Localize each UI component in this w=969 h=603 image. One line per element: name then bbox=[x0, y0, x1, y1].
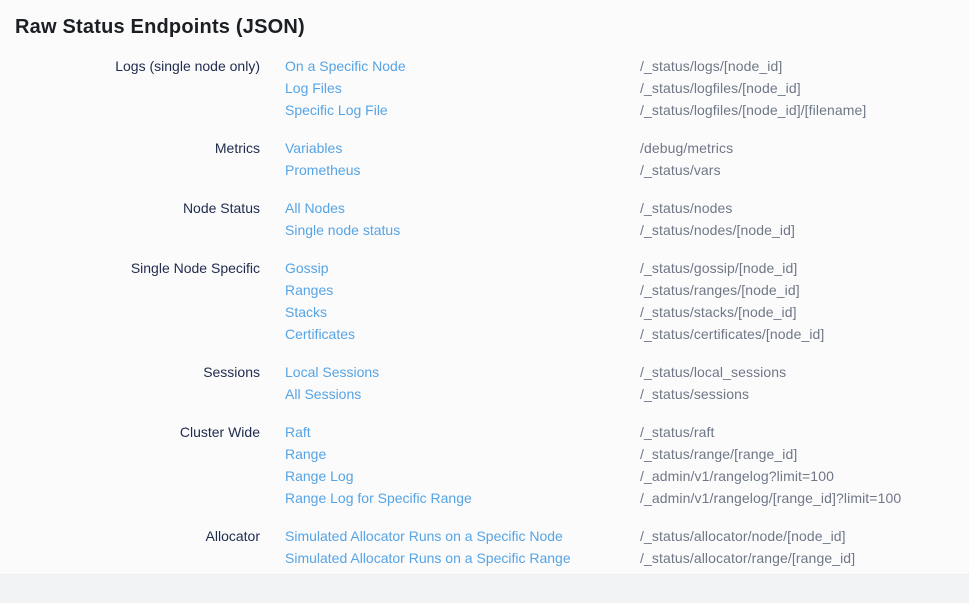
endpoint-path: /_status/nodes/[node_id] bbox=[640, 219, 969, 241]
endpoint-row: All Sessions /_status/sessions bbox=[285, 383, 969, 405]
endpoint-link[interactable]: On a Specific Node bbox=[285, 55, 640, 77]
endpoint-row: Raft /_status/raft bbox=[285, 421, 969, 443]
endpoint-path: /_status/raft bbox=[640, 421, 969, 443]
endpoint-row: All Nodes /_status/nodes bbox=[285, 197, 969, 219]
endpoint-rows: Gossip /_status/gossip/[node_id] Ranges … bbox=[285, 257, 969, 345]
endpoint-link[interactable]: Specific Log File bbox=[285, 99, 640, 121]
endpoint-path: /_status/allocator/node/[node_id] bbox=[640, 525, 969, 547]
endpoint-row: Prometheus /_status/vars bbox=[285, 159, 969, 181]
endpoint-link[interactable]: Range bbox=[285, 443, 640, 465]
endpoint-link[interactable]: Raft bbox=[285, 421, 640, 443]
endpoint-link[interactable]: Range Log for Specific Range bbox=[285, 487, 640, 509]
endpoint-path: /debug/metrics bbox=[640, 137, 969, 159]
endpoint-link[interactable]: Prometheus bbox=[285, 159, 640, 181]
endpoint-path: /_admin/v1/rangelog?limit=100 bbox=[640, 465, 969, 487]
category-label: Cluster Wide bbox=[15, 421, 260, 443]
endpoint-row: Specific Log File /_status/logfiles/[nod… bbox=[285, 99, 969, 121]
endpoint-path: /_status/allocator/range/[range_id] bbox=[640, 547, 969, 569]
category-label: Node Status bbox=[15, 197, 260, 219]
footer-strip bbox=[0, 574, 969, 603]
endpoint-row: Local Sessions /_status/local_sessions bbox=[285, 361, 969, 383]
endpoint-row: Range Log /_admin/v1/rangelog?limit=100 bbox=[285, 465, 969, 487]
endpoint-rows: Simulated Allocator Runs on a Specific N… bbox=[285, 525, 969, 569]
endpoint-path: /_status/range/[range_id] bbox=[640, 443, 969, 465]
debug-endpoints-page: Raw Status Endpoints (JSON) Logs (single… bbox=[0, 0, 969, 569]
endpoint-link[interactable]: All Nodes bbox=[285, 197, 640, 219]
category-label: Logs (single node only) bbox=[15, 55, 260, 77]
endpoint-path: /_status/logfiles/[node_id]/[filename] bbox=[640, 99, 969, 121]
endpoint-row: Variables /debug/metrics bbox=[285, 137, 969, 159]
endpoint-row: Ranges /_status/ranges/[node_id] bbox=[285, 279, 969, 301]
category-label: Allocator bbox=[15, 525, 260, 547]
endpoint-path: /_status/gossip/[node_id] bbox=[640, 257, 969, 279]
endpoint-row: Simulated Allocator Runs on a Specific R… bbox=[285, 547, 969, 569]
endpoint-group: Metrics Variables /debug/metrics Prometh… bbox=[0, 137, 969, 181]
endpoint-link[interactable]: Certificates bbox=[285, 323, 640, 345]
endpoint-rows: All Nodes /_status/nodes Single node sta… bbox=[285, 197, 969, 241]
endpoint-group: Cluster Wide Raft /_status/raft Range /_… bbox=[0, 421, 969, 509]
endpoint-rows: On a Specific Node /_status/logs/[node_i… bbox=[285, 55, 969, 121]
endpoint-path: /_status/local_sessions bbox=[640, 361, 969, 383]
endpoint-link[interactable]: Log Files bbox=[285, 77, 640, 99]
endpoint-row: Range /_status/range/[range_id] bbox=[285, 443, 969, 465]
endpoint-group: Single Node Specific Gossip /_status/gos… bbox=[0, 257, 969, 345]
endpoint-row: Range Log for Specific Range /_admin/v1/… bbox=[285, 487, 969, 509]
endpoint-link[interactable]: Ranges bbox=[285, 279, 640, 301]
endpoint-row: Gossip /_status/gossip/[node_id] bbox=[285, 257, 969, 279]
endpoint-link[interactable]: Simulated Allocator Runs on a Specific N… bbox=[285, 525, 640, 547]
endpoint-rows: Variables /debug/metrics Prometheus /_st… bbox=[285, 137, 969, 181]
endpoint-path: /_status/sessions bbox=[640, 383, 969, 405]
endpoint-link[interactable]: Simulated Allocator Runs on a Specific R… bbox=[285, 547, 640, 569]
endpoint-link[interactable]: Local Sessions bbox=[285, 361, 640, 383]
endpoint-link[interactable]: Gossip bbox=[285, 257, 640, 279]
endpoint-link[interactable]: Variables bbox=[285, 137, 640, 159]
endpoint-path: /_status/vars bbox=[640, 159, 969, 181]
endpoint-group: Node Status All Nodes /_status/nodes Sin… bbox=[0, 197, 969, 241]
endpoint-path: /_status/stacks/[node_id] bbox=[640, 301, 969, 323]
endpoint-path: /_admin/v1/rangelog/[range_id]?limit=100 bbox=[640, 487, 969, 509]
endpoint-row: Single node status /_status/nodes/[node_… bbox=[285, 219, 969, 241]
category-label: Metrics bbox=[15, 137, 260, 159]
page-title: Raw Status Endpoints (JSON) bbox=[0, 0, 969, 40]
endpoint-link[interactable]: Stacks bbox=[285, 301, 640, 323]
category-label: Sessions bbox=[15, 361, 260, 383]
endpoint-row: Log Files /_status/logfiles/[node_id] bbox=[285, 77, 969, 99]
endpoint-rows: Raft /_status/raft Range /_status/range/… bbox=[285, 421, 969, 509]
endpoint-path: /_status/logfiles/[node_id] bbox=[640, 77, 969, 99]
endpoint-link[interactable]: All Sessions bbox=[285, 383, 640, 405]
endpoint-path: /_status/nodes bbox=[640, 197, 969, 219]
endpoint-path: /_status/ranges/[node_id] bbox=[640, 279, 969, 301]
endpoint-row: Stacks /_status/stacks/[node_id] bbox=[285, 301, 969, 323]
endpoint-row: Certificates /_status/certificates/[node… bbox=[285, 323, 969, 345]
endpoint-row: On a Specific Node /_status/logs/[node_i… bbox=[285, 55, 969, 77]
endpoint-path: /_status/certificates/[node_id] bbox=[640, 323, 969, 345]
category-label: Single Node Specific bbox=[15, 257, 260, 279]
endpoint-row: Simulated Allocator Runs on a Specific N… bbox=[285, 525, 969, 547]
endpoint-link[interactable]: Single node status bbox=[285, 219, 640, 241]
endpoint-rows: Local Sessions /_status/local_sessions A… bbox=[285, 361, 969, 405]
endpoint-group: Allocator Simulated Allocator Runs on a … bbox=[0, 525, 969, 569]
endpoint-groups: Logs (single node only) On a Specific No… bbox=[0, 55, 969, 569]
endpoint-path: /_status/logs/[node_id] bbox=[640, 55, 969, 77]
endpoint-link[interactable]: Range Log bbox=[285, 465, 640, 487]
endpoint-group: Sessions Local Sessions /_status/local_s… bbox=[0, 361, 969, 405]
endpoint-group: Logs (single node only) On a Specific No… bbox=[0, 55, 969, 121]
